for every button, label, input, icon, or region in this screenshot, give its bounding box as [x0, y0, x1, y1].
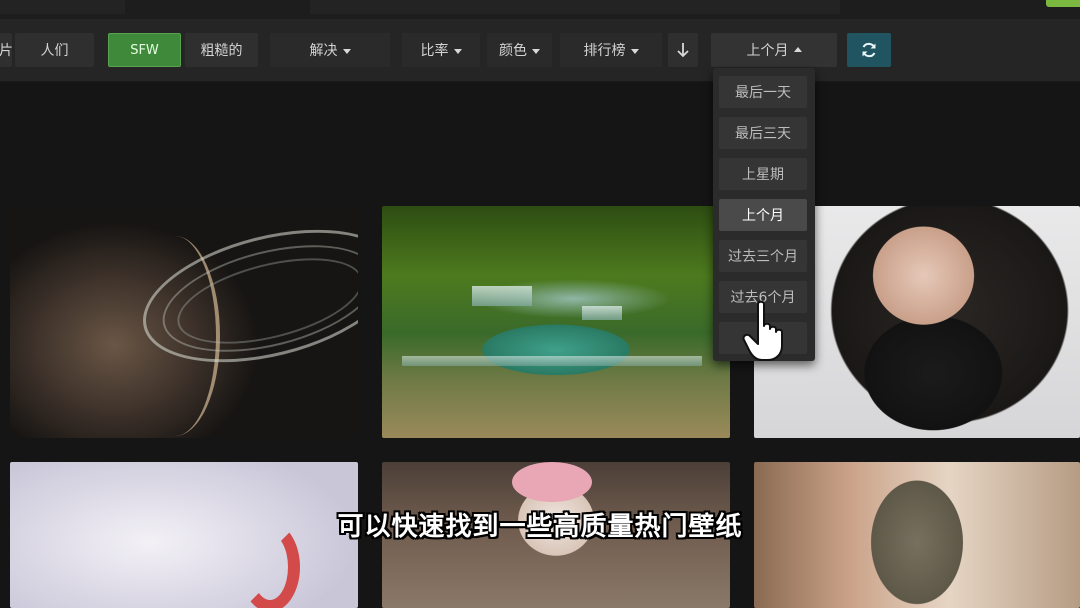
sketchy-label: 粗糙的: [200, 43, 243, 59]
caret-down-icon: [630, 49, 639, 54]
option-label: 上个月: [742, 208, 784, 224]
option-label: 上星期: [742, 167, 784, 183]
toprange-option[interactable]: 过去三个月: [719, 240, 807, 272]
top-strip-search-bar[interactable]: [310, 0, 840, 14]
option-label: 最后三天: [735, 126, 791, 142]
resolution-label: 解决: [309, 43, 338, 59]
refresh-icon: [862, 42, 876, 58]
category-general-button[interactable]: 片: [0, 33, 13, 67]
option-label: 最后一天: [735, 85, 791, 101]
toprange-dropdown[interactable]: 上个月: [711, 33, 837, 67]
upload-button-edge[interactable]: [1046, 0, 1080, 7]
video-subtitle: 可以快速找到一些高质量热门壁纸: [337, 512, 743, 542]
toprange-label: 上个月: [746, 43, 789, 59]
refresh-button[interactable]: [847, 33, 891, 67]
toprange-option[interactable]: 最后三天: [719, 117, 807, 149]
caret-down-icon: [453, 49, 462, 54]
purity-sketchy-button[interactable]: 粗糙的: [185, 33, 258, 67]
sorting-dropdown[interactable]: 排行榜: [560, 33, 662, 67]
sfw-label: SFW: [130, 42, 159, 58]
ratio-label: 比率: [420, 43, 449, 59]
pink-hair-shape: [512, 462, 592, 502]
category-people-button[interactable]: 人们: [15, 33, 94, 67]
people-label: 人们: [40, 43, 69, 59]
color-dropdown[interactable]: 颜色: [487, 33, 552, 67]
waterfall-shape: [472, 286, 532, 306]
resolution-dropdown[interactable]: 解决: [270, 33, 390, 67]
hand-pointer-icon: [742, 300, 783, 361]
sort-order-button[interactable]: [668, 33, 698, 67]
caret-down-icon: [342, 49, 351, 54]
top-strip-segment: [0, 0, 125, 14]
toprange-option-selected[interactable]: 上个月: [719, 199, 807, 231]
top-strip: [0, 0, 1080, 20]
waterfall-shape: [582, 306, 622, 320]
ratio-dropdown[interactable]: 比率: [402, 33, 480, 67]
toprange-option[interactable]: 最后一天: [719, 76, 807, 108]
caret-up-icon: [793, 46, 802, 52]
thumbnail-saturn[interactable]: [10, 206, 358, 438]
sorting-label: 排行榜: [583, 43, 626, 59]
waterfall-shape: [402, 356, 702, 366]
option-label: 过去三个月: [728, 249, 798, 265]
color-label: 颜色: [499, 43, 527, 59]
thumbnail-forest-waterfall[interactable]: [382, 206, 730, 438]
arrow-down-icon: [677, 43, 689, 58]
toprange-option[interactable]: 上星期: [719, 158, 807, 190]
purity-sfw-button[interactable]: SFW: [108, 33, 181, 67]
category-label: 片: [0, 43, 13, 59]
caret-down-icon: [532, 49, 540, 54]
search-toolbar: 片 人们 SFW 粗糙的 解决 比率 颜色 排行榜 上个月: [0, 20, 1080, 82]
